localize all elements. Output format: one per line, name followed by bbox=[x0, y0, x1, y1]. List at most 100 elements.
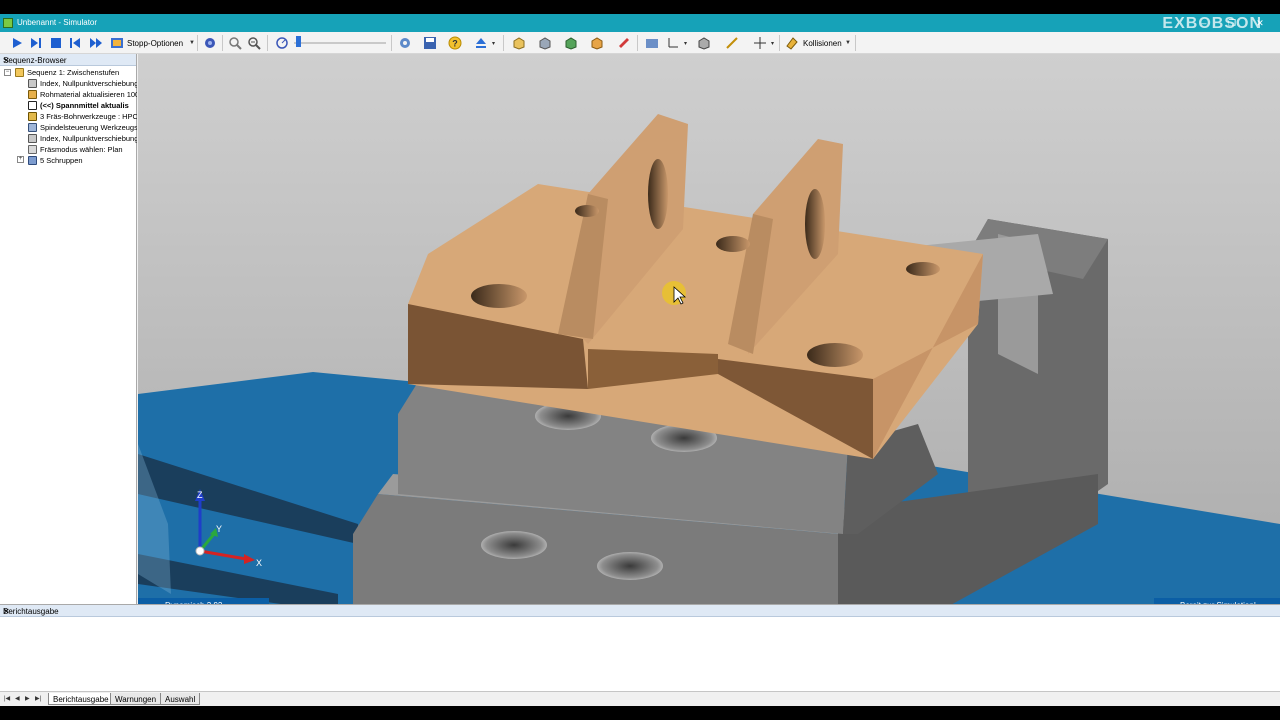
scene-3d: Z Y X bbox=[138, 54, 1280, 612]
section-view-icon[interactable] bbox=[753, 36, 767, 50]
zoom-in-icon[interactable] bbox=[247, 36, 261, 50]
toolbar-separator bbox=[197, 35, 198, 51]
toolbar-separator bbox=[391, 35, 392, 51]
toolbar-separator bbox=[855, 35, 856, 51]
collapse-icon[interactable]: − bbox=[4, 69, 11, 76]
collisions-button[interactable]: Kollisionen bbox=[803, 39, 842, 48]
report-output[interactable] bbox=[0, 617, 1280, 692]
simulator-window: Unbenannt - Simulator EXBOBSON – ❐ ✕ Sto… bbox=[0, 14, 1280, 706]
index-icon bbox=[28, 79, 37, 88]
record-icon[interactable] bbox=[203, 36, 217, 50]
part-hole bbox=[716, 236, 750, 252]
slider-thumb[interactable] bbox=[296, 36, 301, 47]
close-window-icon[interactable]: ✕ bbox=[1254, 17, 1266, 29]
report-panel: Berichtausgabe ✕ bbox=[0, 604, 1280, 692]
simulation-viewport[interactable]: Z Y X Dynamisch 2,92 Bereit zur Simulati… bbox=[138, 54, 1280, 612]
save-icon[interactable] bbox=[423, 36, 437, 50]
bottom-tabs: |◀ ◀ ▶ ▶| Berichtausgabe Warnungen Auswa… bbox=[0, 691, 1280, 706]
tool-icon bbox=[28, 112, 37, 121]
chevron-down-icon[interactable]: ▾ bbox=[684, 40, 687, 47]
title-bar: Unbenannt - Simulator EXBOBSON – ❐ ✕ bbox=[0, 14, 1280, 32]
toolbar-separator bbox=[779, 35, 780, 51]
expand-icon[interactable]: + bbox=[17, 156, 24, 163]
axes-view-icon[interactable] bbox=[666, 36, 680, 50]
roughing-icon bbox=[28, 156, 37, 165]
eject-icon[interactable] bbox=[474, 36, 488, 50]
tree-item[interactable]: Spindelsteuerung Werkzeugs bbox=[28, 122, 137, 133]
view-icon[interactable] bbox=[512, 36, 526, 50]
tab-warnings[interactable]: Warnungen bbox=[110, 693, 162, 705]
chevron-down-icon[interactable]: ▾ bbox=[492, 40, 495, 47]
stop-options-button[interactable]: Stopp-Optionen bbox=[127, 39, 183, 48]
axis-origin bbox=[195, 546, 205, 556]
rewind-icon[interactable] bbox=[68, 36, 82, 50]
speed-slider[interactable] bbox=[294, 36, 386, 47]
tab-report-output[interactable]: Berichtausgabe bbox=[48, 693, 114, 705]
step-icon[interactable] bbox=[29, 36, 43, 50]
next-tab-icon[interactable]: ▶ bbox=[25, 695, 30, 702]
vise-hole bbox=[481, 531, 547, 559]
tree-item[interactable]: Index, Nullpunktverschiebung bbox=[28, 78, 137, 89]
close-panel-icon[interactable]: ✕ bbox=[3, 56, 131, 65]
speed-icon[interactable] bbox=[275, 36, 289, 50]
play-icon[interactable] bbox=[10, 36, 24, 50]
panel-header: Berichtausgabe ✕ bbox=[0, 605, 1280, 617]
minimize-icon[interactable]: – bbox=[1198, 17, 1210, 29]
toolbar-separator bbox=[503, 35, 504, 51]
fixture-icon bbox=[28, 101, 37, 110]
machine-view-icon[interactable] bbox=[645, 36, 659, 50]
zoom-out-icon[interactable] bbox=[228, 36, 242, 50]
stock-icon bbox=[28, 90, 37, 99]
fast-forward-icon[interactable] bbox=[89, 36, 103, 50]
axis-x-label: X bbox=[256, 558, 262, 568]
chevron-down-icon[interactable]: ▾ bbox=[771, 40, 774, 47]
tree-item[interactable]: Index, Nullpunktverschiebung bbox=[28, 133, 137, 144]
toolbar-separator bbox=[222, 35, 223, 51]
brand-logo: EXBOBSON bbox=[1162, 15, 1262, 32]
toolbar: Stopp-Optionen ▼ ? ▾ ▾ ▾ Kollisionen ▼ bbox=[0, 32, 1280, 54]
tree-item[interactable]: Rohmaterial aktualisieren 100 bbox=[28, 89, 137, 100]
panel-header: Sequenz-Browser ✕ bbox=[0, 54, 136, 66]
part-hole bbox=[807, 343, 863, 367]
app-icon bbox=[3, 18, 13, 28]
tree-item[interactable]: 5 Schruppen bbox=[28, 155, 137, 166]
part-hole bbox=[575, 205, 599, 217]
lug-hole bbox=[648, 159, 668, 229]
index-icon bbox=[28, 134, 37, 143]
stock-view-icon[interactable] bbox=[564, 36, 578, 50]
sequence-browser-panel: Sequenz-Browser ✕ − Sequenz 1: Zwischens… bbox=[0, 54, 137, 612]
window-title: Unbenannt - Simulator bbox=[17, 18, 98, 27]
tree-item-selected[interactable]: (<<) Spannmittel aktualis bbox=[28, 100, 137, 111]
first-tab-icon[interactable]: |◀ bbox=[4, 695, 10, 702]
mode-icon bbox=[28, 145, 37, 154]
sequence-icon bbox=[15, 68, 24, 77]
part-hole bbox=[906, 262, 940, 276]
rotate-view-icon[interactable] bbox=[697, 36, 711, 50]
last-tab-icon[interactable]: ▶| bbox=[35, 695, 41, 702]
prev-tab-icon[interactable]: ◀ bbox=[15, 695, 20, 702]
tree-item[interactable]: Fräsmodus wählen: Plan bbox=[28, 144, 137, 155]
restore-icon[interactable]: ❐ bbox=[1226, 17, 1238, 29]
collision-icon[interactable] bbox=[785, 36, 799, 50]
stop-icon[interactable] bbox=[49, 36, 63, 50]
vise-hole bbox=[597, 552, 663, 580]
axis-z-label: Z bbox=[197, 490, 203, 500]
toolbar-separator bbox=[267, 35, 268, 51]
toolbar-separator bbox=[637, 35, 638, 51]
tree-item-sequence[interactable]: Sequenz 1: Zwischenstufen bbox=[15, 67, 137, 78]
stop-options-icon[interactable] bbox=[110, 36, 124, 50]
help-icon[interactable]: ? bbox=[448, 36, 462, 50]
lug-hole bbox=[805, 189, 825, 259]
measure-icon[interactable] bbox=[725, 36, 739, 50]
tool-view-icon[interactable] bbox=[617, 36, 631, 50]
part-hole bbox=[471, 284, 527, 308]
spindle-icon bbox=[28, 123, 37, 132]
tab-selection[interactable]: Auswahl bbox=[160, 693, 201, 705]
settings-icon[interactable] bbox=[398, 36, 412, 50]
part-view-icon[interactable] bbox=[538, 36, 552, 50]
chevron-down-icon[interactable]: ▼ bbox=[189, 40, 195, 46]
close-panel-icon[interactable]: ✕ bbox=[3, 607, 1276, 616]
tree-item[interactable]: 3 Fräs-Bohrwerkzeuge : HPC bbox=[28, 111, 137, 122]
chevron-down-icon[interactable]: ▼ bbox=[845, 40, 851, 46]
fixture-view-icon[interactable] bbox=[590, 36, 604, 50]
